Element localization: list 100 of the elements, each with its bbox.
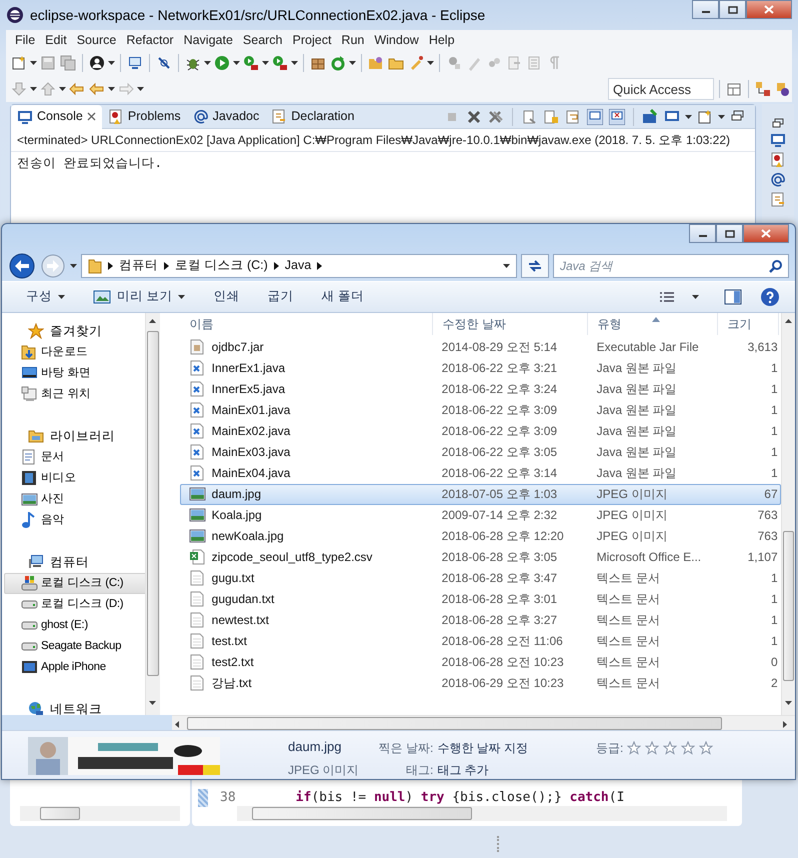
caret-icon[interactable] (349, 61, 356, 65)
toolbar-command[interactable]: 새 폴더 (311, 287, 376, 306)
scroll-right-icon[interactable] (783, 721, 787, 728)
file-row[interactable]: MainEx01.java 2018-06-22 오후 3:09 Java 원본 파일 1 (180, 400, 781, 421)
file-row[interactable]: zipcode_seoul_utf8_type2.csv 2018-06-28 오후 3:05 Microsoft Office E... 1,107 (180, 546, 781, 568)
caret-icon[interactable] (137, 87, 144, 91)
caret-icon[interactable] (503, 264, 510, 268)
caret-icon[interactable] (233, 61, 240, 65)
back-button[interactable] (8, 252, 36, 280)
caret-icon[interactable] (58, 294, 65, 299)
sidebar-item[interactable]: ghost (E:) (4, 614, 146, 636)
menu-item[interactable]: Window (369, 30, 424, 50)
menu-item[interactable]: Edit (40, 30, 72, 50)
person-button[interactable] (88, 54, 106, 72)
view-tab[interactable]: Problems (102, 104, 187, 128)
scrollbar[interactable] (780, 312, 796, 715)
sidebar-item[interactable]: 로컬 디스크 (D:) (4, 594, 146, 615)
column-header[interactable]: 수정한 날짜 (432, 312, 588, 335)
caret-icon[interactable] (178, 294, 186, 299)
menu-item[interactable]: Navigate (178, 30, 238, 50)
sidebar-item[interactable]: 로컬 디스크 (C:) (4, 572, 146, 594)
show-output-button[interactable] (586, 108, 604, 126)
file-row[interactable]: gugu.txt 2018-06-28 오후 3:47 텍스트 문서 1 (180, 568, 781, 589)
file-row[interactable]: MainEx03.java 2018-06-22 오후 3:05 Java 원본 파일 1 (180, 442, 781, 463)
menu-item[interactable]: Refactor (121, 30, 179, 50)
toolbar-command[interactable]: 미리 보기 (83, 287, 198, 306)
caret-icon[interactable] (427, 61, 434, 65)
file-row[interactable]: newtest.txt 2018-06-28 오후 3:27 텍스트 문서 1 (180, 610, 781, 631)
scroll-down-icon[interactable] (149, 700, 156, 705)
sidebar-item[interactable]: 음악 (4, 510, 146, 531)
view-tab[interactable]: Declaration (265, 104, 360, 128)
save-all-button[interactable] (59, 54, 77, 72)
file-row[interactable]: Koala.jpg 2009-07-14 오후 2:32 JPEG 이미지 763 (180, 504, 781, 526)
menu-item[interactable]: Search (238, 30, 288, 50)
close-button[interactable] (746, 0, 792, 19)
preview-pane-button[interactable] (723, 288, 743, 306)
caret-icon[interactable] (70, 264, 77, 268)
file-row[interactable]: test2.txt 2018-06-28 오전 10:23 텍스트 문서 0 (180, 652, 781, 673)
caret-icon[interactable] (291, 61, 298, 65)
scroll-left-icon[interactable] (175, 721, 179, 728)
file-row[interactable]: 강남.txt 2018-06-29 오전 10:23 텍스트 문서 2 (180, 672, 781, 694)
property-value[interactable]: 수행한 날짜 지정 (437, 739, 528, 757)
monitor-button[interactable] (126, 54, 144, 72)
maximize-button[interactable] (716, 224, 743, 243)
refresh-button[interactable] (521, 254, 549, 278)
caret-icon[interactable] (59, 87, 66, 91)
caret-icon[interactable] (262, 61, 269, 65)
menu-item[interactable]: Help (424, 30, 460, 50)
jee-perspective-button[interactable] (774, 80, 792, 98)
at-sign-icon[interactable] (770, 172, 786, 188)
view-tab[interactable]: Javadoc (186, 104, 266, 128)
file-row[interactable]: newKoala.jpg 2018-06-28 오후 12:20 JPEG 이미지 763 (180, 526, 781, 547)
run-button[interactable] (213, 54, 231, 72)
close-button[interactable] (743, 224, 789, 243)
open-folder-button[interactable] (367, 54, 385, 72)
toolbar-command[interactable]: 구성 (16, 287, 77, 306)
horizontal-scrollbar[interactable] (20, 806, 180, 821)
console-icon[interactable] (770, 132, 786, 148)
caret-icon[interactable] (692, 294, 699, 299)
scrollbar[interactable] (145, 312, 160, 715)
menu-item[interactable]: Run (336, 30, 370, 50)
sidebar-item[interactable]: Seagate Backup (4, 636, 146, 657)
breadcrumb-item[interactable]: 컴퓨터 (119, 256, 158, 275)
sidebar-group[interactable]: 즐겨찾기 (2, 320, 146, 342)
caret-icon[interactable] (30, 87, 37, 91)
breadcrumb-item[interactable]: 로컬 디스크 (C:) (175, 256, 268, 275)
help-button[interactable] (759, 286, 781, 308)
declaration-icon[interactable] (770, 192, 786, 208)
run-external-button[interactable] (271, 54, 289, 72)
column-header[interactable]: 크기 (718, 312, 779, 335)
sidebar-group[interactable]: 라이브러리 (2, 426, 146, 447)
scroll-lock-button[interactable] (542, 108, 560, 126)
file-row[interactable]: gugudan.txt 2018-06-28 오후 3:01 텍스트 문서 1 (180, 588, 781, 610)
scroll-up-icon[interactable] (149, 318, 156, 323)
file-row[interactable]: ojdbc7.jar 2014-08-29 오전 5:14 Executable Jar File 3,613 (180, 336, 781, 358)
toolbar-command[interactable]: 굽기 (257, 287, 306, 306)
address-bar[interactable]: 컴퓨터 로컬 디스크 (C:) Java (81, 254, 517, 278)
file-row[interactable]: InnerEx5.java 2018-06-22 오후 3:24 Java 원본 파일 1 (180, 378, 781, 400)
caret-icon[interactable] (108, 87, 115, 91)
caret-icon[interactable] (30, 61, 37, 65)
menu-item[interactable]: Source (72, 30, 122, 50)
scroll-down-icon[interactable] (784, 700, 792, 705)
file-row[interactable]: MainEx04.java 2018-06-22 오후 3:14 Java 원본 파일 1 (180, 462, 781, 484)
horizontal-scrollbar[interactable] (172, 714, 795, 730)
rating-stars[interactable] (627, 741, 714, 755)
run-external-button[interactable] (242, 54, 260, 72)
toolbar-command[interactable]: 인쇄 (203, 287, 252, 306)
minimize-button[interactable] (689, 224, 716, 243)
scroll-up-icon[interactable] (784, 318, 792, 323)
property-value[interactable]: 태그 추가 (437, 761, 528, 779)
caret-icon[interactable] (685, 114, 692, 118)
problems-icon[interactable] (770, 152, 786, 168)
search-field[interactable]: Java 검색 (553, 254, 789, 278)
column-header[interactable]: 이름 (180, 312, 433, 335)
menu-item[interactable]: Project (288, 30, 336, 50)
show-error-button[interactable] (608, 108, 626, 126)
sidebar-group[interactable]: 컴퓨터 (2, 552, 146, 573)
close-icon[interactable] (86, 112, 96, 121)
maximize-button[interactable] (719, 0, 746, 19)
caret-icon[interactable] (718, 114, 725, 118)
